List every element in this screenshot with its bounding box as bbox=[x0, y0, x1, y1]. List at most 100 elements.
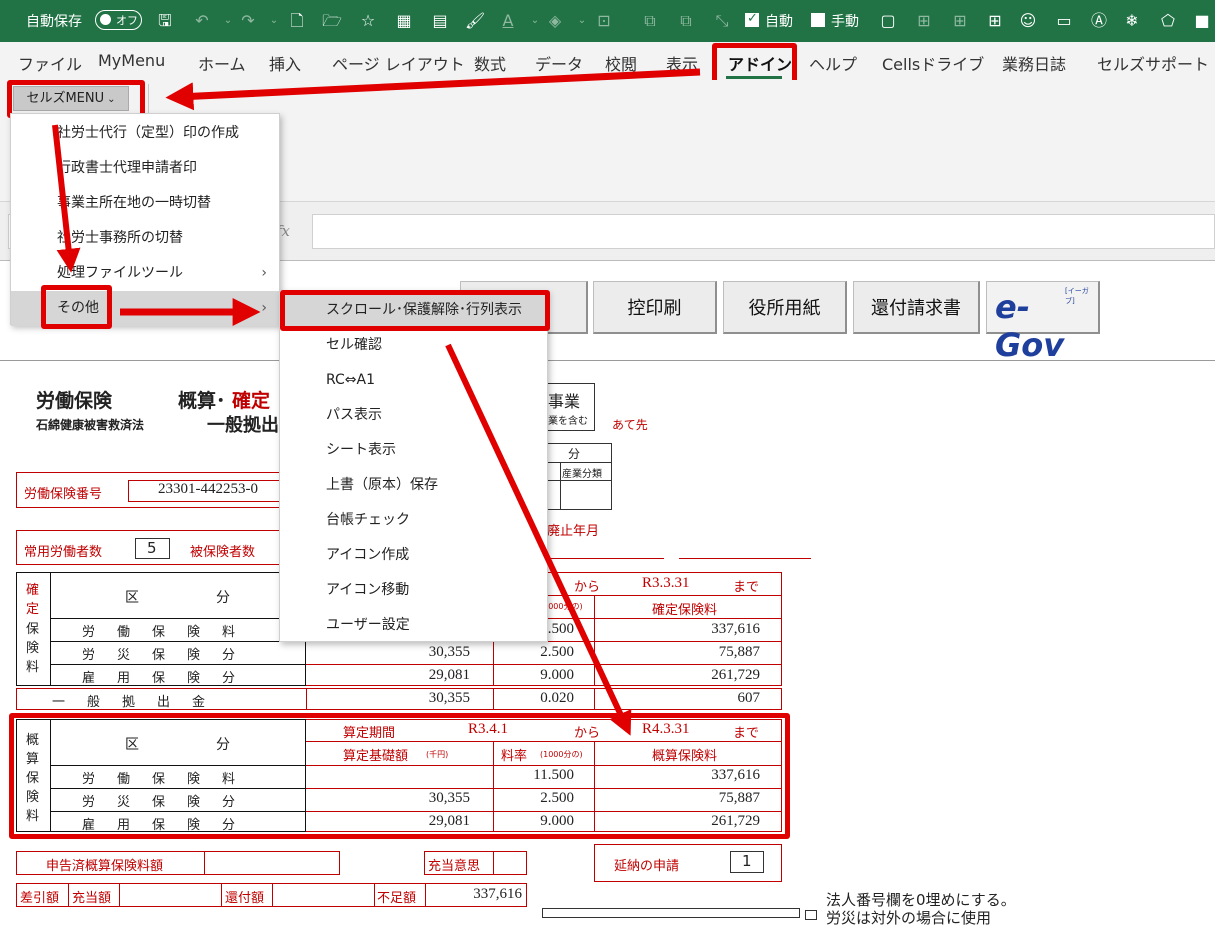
tab-home[interactable]: ホーム bbox=[198, 51, 246, 75]
diff-vline-2 bbox=[119, 883, 120, 907]
square-icon[interactable]: ■ bbox=[1192, 11, 1212, 31]
group-icon[interactable]: ⧉ bbox=[640, 11, 660, 31]
egov-button[interactable]: e-Gov [イーガブ] bbox=[986, 281, 1100, 364]
ungroup-icon[interactable]: ⧉ bbox=[676, 11, 696, 31]
menu-item-label: 事業主所在地の一時切替 bbox=[57, 195, 211, 211]
form-title-2a: 概算･ bbox=[178, 390, 226, 412]
redo-icon[interactable]: ↷ bbox=[238, 11, 258, 31]
undo-icon[interactable]: ↶ bbox=[192, 11, 212, 31]
bottom-checkbox[interactable] bbox=[805, 910, 817, 920]
refund-label: 還付額 bbox=[225, 891, 265, 906]
submenu-item-overwrite-save[interactable]: 上書（原本）保存 bbox=[280, 468, 547, 503]
tab-cells-support[interactable]: セルズサポート bbox=[1097, 51, 1209, 75]
shortage-label: 不足額 bbox=[377, 891, 417, 906]
grid-icon[interactable]: ⊞ bbox=[985, 11, 1005, 31]
diff-vline-3 bbox=[221, 883, 222, 907]
general-label: 一般拠出金 bbox=[52, 695, 228, 710]
confirmed-r-line-3 bbox=[306, 664, 782, 665]
office-form-button[interactable]: 役所用紙 bbox=[723, 281, 847, 334]
tab-help[interactable]: ヘルプ bbox=[809, 51, 857, 75]
tab-review[interactable]: 校閲 bbox=[605, 51, 637, 75]
tab-work-diary[interactable]: 業務日誌 bbox=[1002, 51, 1066, 75]
confirmed-row-3-premium: 261,729 bbox=[711, 667, 760, 683]
declared-label: 申告済概算保険料額 bbox=[46, 859, 164, 874]
submenu-item-icon-move[interactable]: アイコン移動 bbox=[280, 573, 547, 608]
menu-item-gyosei-stamp[interactable]: 行政書士代理申請者印 bbox=[11, 151, 279, 186]
toggle-knob bbox=[100, 14, 111, 25]
confirmed-row-2-base: 30,355 bbox=[428, 644, 470, 660]
formula-input[interactable] bbox=[312, 214, 1215, 249]
text-a-icon[interactable]: Ⓐ bbox=[1089, 11, 1109, 31]
tab-cells-drive[interactable]: Cellsドライブ bbox=[882, 51, 984, 75]
tab-mymenu[interactable]: MyMenu bbox=[98, 51, 165, 70]
save-icon[interactable]: 🖫 bbox=[155, 11, 175, 31]
submenu-item-label: パス表示 bbox=[326, 407, 382, 423]
tab-page-layout[interactable]: ページ レイアウト bbox=[332, 51, 465, 75]
confirmed-line-1 bbox=[50, 618, 306, 619]
open-folder-icon[interactable]: 🗁 bbox=[322, 11, 342, 31]
manual-calc-checkbox[interactable] bbox=[811, 13, 825, 27]
refund-request-button[interactable]: 還付請求書 bbox=[853, 281, 980, 334]
submenu-item-icon-create[interactable]: アイコン作成 bbox=[280, 538, 547, 573]
allocate-vline bbox=[493, 851, 494, 875]
tab-data[interactable]: データ bbox=[535, 51, 583, 75]
diff-label: 差引額 bbox=[20, 891, 60, 906]
shrink-icon[interactable]: ⤡ bbox=[712, 11, 732, 31]
menu-item-office-switch[interactable]: 社労士事務所の切替 bbox=[11, 221, 279, 256]
submenu-item-user-settings[interactable]: ユーザー設定 bbox=[280, 608, 547, 643]
tab-insert[interactable]: 挿入 bbox=[269, 51, 301, 75]
menu-item-label: 社労士代行（定型）印の作成 bbox=[57, 125, 239, 141]
general-base: 30,355 bbox=[428, 690, 470, 706]
diff-vline-4 bbox=[272, 883, 273, 907]
split-icon[interactable]: ⊞ bbox=[950, 11, 970, 31]
industry-note: 業を含む bbox=[548, 416, 588, 427]
auto-calc-checkbox[interactable] bbox=[745, 11, 759, 27]
brush-icon[interactable]: 🖌 bbox=[465, 11, 485, 31]
autosave-toggle[interactable]: オフ bbox=[95, 10, 142, 30]
shortage-value: 337,616 bbox=[473, 886, 522, 902]
tab-view[interactable]: 表示 bbox=[666, 51, 698, 75]
user-icon[interactable]: ☺ bbox=[1018, 11, 1038, 31]
submenu-item-rc-a1[interactable]: RC⇔A1 bbox=[280, 363, 547, 398]
allocate-label: 充当意思 bbox=[428, 859, 481, 874]
workbook-icon[interactable]: ▦ bbox=[394, 11, 414, 31]
textbox-icon[interactable]: ⊡ bbox=[594, 11, 614, 31]
submenu-item-ledger-check[interactable]: 台帳チェック bbox=[280, 503, 547, 538]
auto-calc-label: 自動 bbox=[765, 14, 793, 30]
submenu-item-cell-check[interactable]: セル確認 bbox=[280, 328, 547, 363]
submenu-item-path-display[interactable]: パス表示 bbox=[280, 398, 547, 433]
chevron-right-icon: › bbox=[261, 300, 267, 316]
font-color-dropdown-icon[interactable]: ⌄ bbox=[525, 11, 545, 31]
submenu-item-label: 上書（原本）保存 bbox=[326, 477, 438, 493]
new-file-icon[interactable]: 🗋 bbox=[287, 11, 307, 31]
pentagon-icon[interactable]: ⬠ bbox=[1158, 11, 1178, 31]
fill-color-dropdown-icon[interactable]: ⌄ bbox=[572, 11, 592, 31]
print-copy-button[interactable]: 控印刷 bbox=[593, 281, 717, 334]
industry-class-line bbox=[538, 462, 612, 463]
freeze-icon[interactable]: ⊞ bbox=[914, 11, 934, 31]
redo-dropdown-icon[interactable]: ⌄ bbox=[264, 11, 284, 31]
number-format-icon[interactable]: ▭ bbox=[1054, 11, 1074, 31]
window-icon[interactable]: ▢ bbox=[878, 11, 898, 31]
abolish-label: 廃止年月 bbox=[547, 524, 600, 539]
menu-item-label: 処理ファイルツール bbox=[57, 265, 183, 281]
declared-vline bbox=[204, 851, 205, 875]
bottom-box bbox=[542, 908, 800, 918]
favorite-folder-icon[interactable]: ☆ bbox=[358, 11, 378, 31]
submenu-item-label: アイコン移動 bbox=[326, 582, 410, 598]
fill-color-icon[interactable]: ◈ bbox=[545, 11, 565, 31]
menu-item-employer-address[interactable]: 事業主所在地の一時切替 bbox=[11, 186, 279, 221]
tab-file[interactable]: ファイル bbox=[18, 51, 82, 75]
tab-formulas[interactable]: 数式 bbox=[474, 51, 506, 75]
submenu-item-sheet-display[interactable]: シート表示 bbox=[280, 433, 547, 468]
form-icon[interactable]: ▤ bbox=[430, 11, 450, 31]
manual-calc-label: 手動 bbox=[831, 14, 859, 30]
menu-item-sharoushi-stamp[interactable]: 社労士代行（定型）印の作成 bbox=[11, 116, 279, 151]
deferral-value: 1 bbox=[742, 852, 752, 870]
other-submenu: スクロール･保護解除･行列表示 セル確認 RC⇔A1 パス表示 シート表示 上書… bbox=[279, 290, 548, 642]
font-color-icon[interactable]: A bbox=[498, 11, 518, 31]
autosave-label: 自動保存 bbox=[26, 14, 82, 30]
undo-dropdown-icon[interactable]: ⌄ bbox=[218, 11, 238, 31]
snowflake-icon[interactable]: ❄ bbox=[1122, 11, 1142, 31]
confirmed-side-3: 保 bbox=[26, 622, 40, 637]
